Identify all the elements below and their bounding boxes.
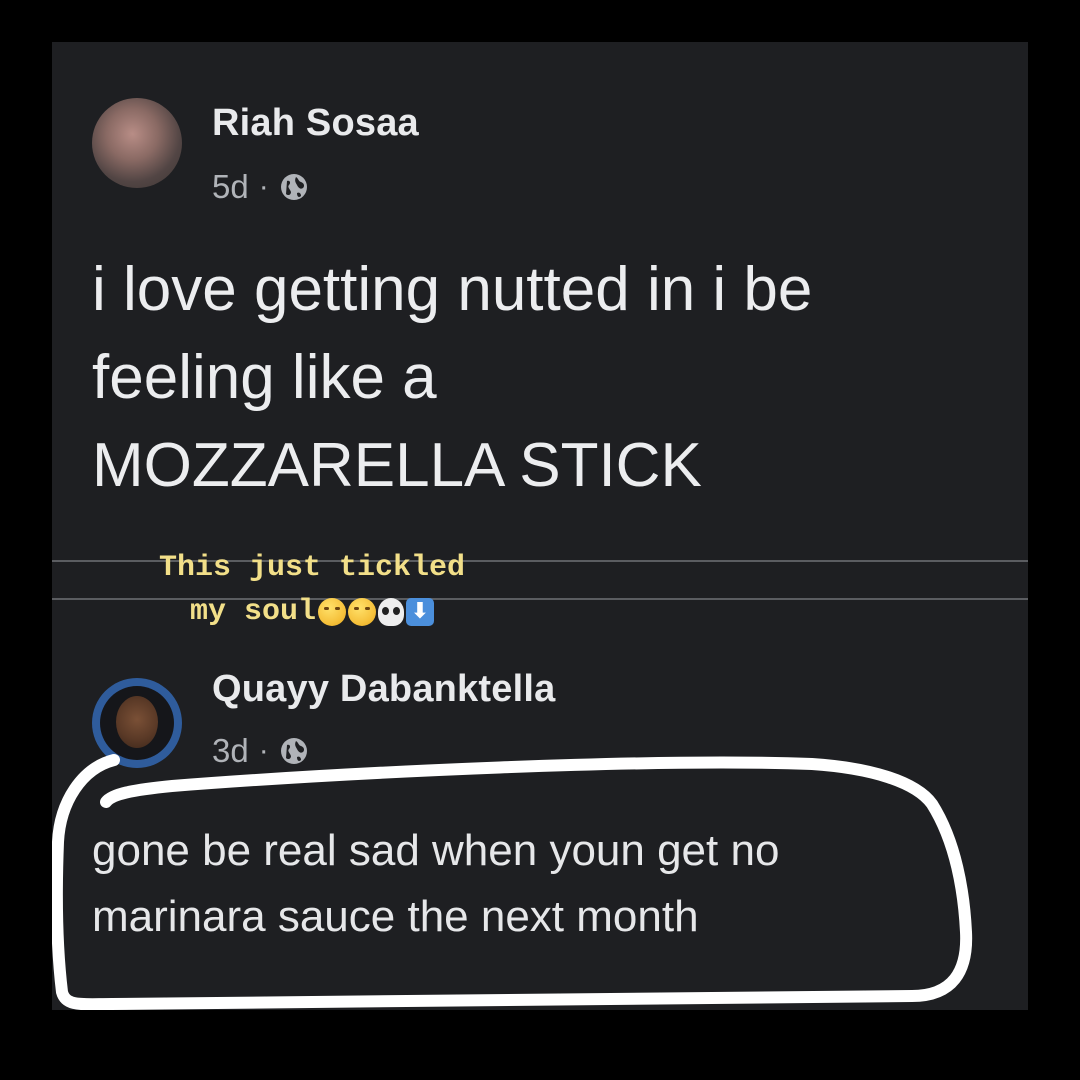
post-meta: 5d · xyxy=(212,168,309,206)
avatar-photo xyxy=(100,686,174,760)
post-text-line: MOZZARELLA STICK xyxy=(92,431,702,500)
laughing-emoji-icon xyxy=(318,598,347,626)
caption-line: my soul ⬇ xyxy=(189,590,435,634)
caption-line: This just tickled xyxy=(158,551,466,585)
comment-body: gone be real sad when youn get no marina… xyxy=(92,818,952,950)
post-author-name[interactable]: Riah Sosaa xyxy=(212,102,419,145)
screenshot-panel: Riah Sosaa 5d · i love getting nutted in… xyxy=(52,42,1028,1010)
avatar[interactable] xyxy=(92,98,182,188)
laughing-emoji-icon xyxy=(348,598,377,626)
comment-text-line: gone be real sad when youn get no xyxy=(92,826,780,875)
caption-text: my soul xyxy=(189,595,317,629)
down-arrow-emoji-icon: ⬇ xyxy=(406,598,435,626)
post-timestamp[interactable]: 5d xyxy=(212,168,249,206)
meme-caption: This just tickled my soul ⬇ xyxy=(112,546,512,634)
globe-icon xyxy=(279,172,309,202)
avatar[interactable] xyxy=(92,678,182,768)
post-text-line: feeling like a xyxy=(92,343,437,412)
comment-meta: 3d · xyxy=(212,732,309,770)
skull-emoji-icon xyxy=(378,598,405,626)
meta-separator: · xyxy=(258,734,269,767)
globe-icon xyxy=(279,736,309,766)
comment-timestamp[interactable]: 3d xyxy=(212,732,249,770)
avatar-face xyxy=(116,696,158,748)
post: Riah Sosaa 5d · i love getting nutted in… xyxy=(52,42,1028,560)
comment-text-line: marinara sauce the next month xyxy=(92,892,699,941)
post-body: i love getting nutted in i be feeling li… xyxy=(92,246,992,510)
meta-separator: · xyxy=(258,170,269,203)
comment-author-name[interactable]: Quayy Dabanktella xyxy=(212,668,555,711)
post-text-line: i love getting nutted in i be xyxy=(92,255,813,324)
